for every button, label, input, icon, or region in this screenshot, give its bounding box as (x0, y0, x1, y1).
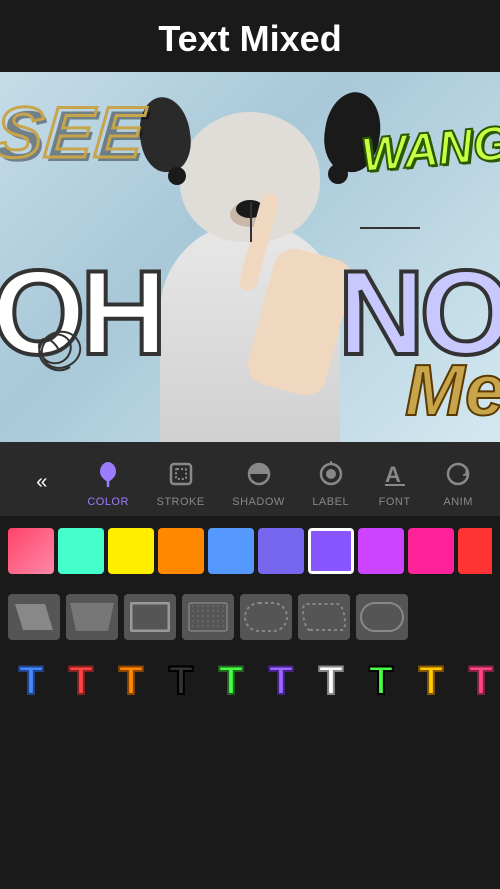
font-style-green[interactable]: T (208, 656, 254, 706)
shape-dotted-rounded[interactable] (240, 594, 292, 640)
shape-pill[interactable] (356, 594, 408, 640)
font-style-red[interactable]: T (58, 656, 104, 706)
shape-swatches (8, 594, 492, 640)
font-style-black[interactable]: T (158, 656, 204, 706)
toolbar-font[interactable]: A FONT (377, 456, 413, 508)
color-swatches (8, 528, 492, 574)
color-label: COLOR (87, 496, 129, 508)
toolbar: « COLOR STROKE (0, 442, 500, 516)
font-style-violet[interactable]: T (258, 656, 304, 706)
shape-dotted-rectangle[interactable] (182, 594, 234, 640)
toolbar-label[interactable]: LABEL (312, 456, 349, 508)
shape-trapezoid[interactable] (66, 594, 118, 640)
stroke-icon (163, 456, 199, 492)
swatch-yellow[interactable] (108, 528, 154, 574)
anim-icon (440, 456, 476, 492)
back-button[interactable]: « (24, 464, 60, 500)
font-panel: T T T T T T T T T T (0, 648, 500, 718)
font-style-blue[interactable]: T (8, 656, 54, 706)
shape-panel (0, 586, 500, 648)
swatch-crimson[interactable] (458, 528, 492, 574)
shadow-icon (241, 456, 277, 492)
shape-rectangle[interactable] (124, 594, 176, 640)
swatch-blue[interactable] (208, 528, 254, 574)
label-icon (313, 456, 349, 492)
font-style-gold[interactable]: T (408, 656, 454, 706)
canvas-scribble (20, 312, 100, 392)
anim-label: ANIM (443, 496, 473, 508)
color-icon (90, 456, 126, 492)
canvas-cursor (250, 202, 252, 242)
font-label: FONT (379, 496, 411, 508)
toolbar-shadow[interactable]: SHADOW (232, 456, 285, 508)
toolbar-icons: « COLOR STROKE (0, 456, 500, 508)
svg-text:A: A (385, 462, 401, 487)
font-swatches: T T T T T T T T T T (8, 656, 492, 706)
swatch-hot-pink[interactable] (408, 528, 454, 574)
color-panel (0, 516, 500, 586)
swatch-red[interactable] (8, 528, 54, 574)
font-style-pink[interactable]: T (458, 656, 500, 706)
page-title: Text Mixed (0, 18, 500, 60)
label-label: LABEL (312, 496, 349, 508)
swatch-indigo[interactable] (258, 528, 304, 574)
swatch-purple[interactable] (308, 528, 354, 574)
swatch-orange[interactable] (158, 528, 204, 574)
stroke-label: STROKE (156, 496, 204, 508)
swatch-cyan[interactable] (58, 528, 104, 574)
toolbar-anim[interactable]: ANIM (440, 456, 476, 508)
canvas: SEE WANG OH NO Me (0, 72, 500, 442)
font-icon: A (377, 456, 413, 492)
shape-parallelogram-left[interactable] (8, 594, 60, 640)
shadow-label: SHADOW (232, 496, 285, 508)
font-style-orange[interactable]: T (108, 656, 154, 706)
toolbar-color[interactable]: COLOR (87, 456, 129, 508)
swatch-magenta[interactable] (358, 528, 404, 574)
header: Text Mixed (0, 0, 500, 72)
canvas-dash-line (360, 227, 420, 229)
shape-rounded-parallelogram[interactable] (298, 594, 350, 640)
font-style-white[interactable]: T (308, 656, 354, 706)
toolbar-stroke[interactable]: STROKE (156, 456, 204, 508)
font-style-lime[interactable]: T (358, 656, 404, 706)
